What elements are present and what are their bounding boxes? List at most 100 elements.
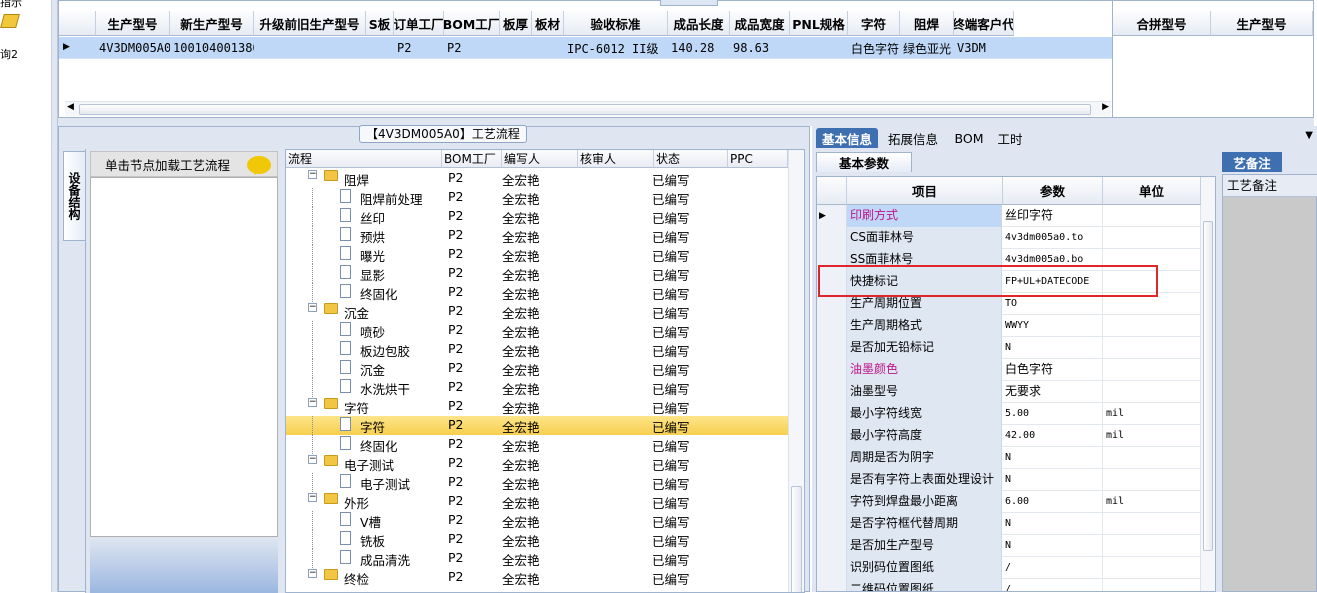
- speech-bubble-icon[interactable]: [247, 156, 271, 175]
- grid-header-13[interactable]: 阻焊: [900, 11, 954, 36]
- param-row[interactable]: 生产周期格式 WWYY: [817, 315, 1201, 337]
- tree-row[interactable]: V槽 P2 全宏艳 已编写: [286, 511, 788, 530]
- tree-row[interactable]: 阻焊前处理 P2 全宏艳 已编写: [286, 188, 788, 207]
- info-tab-1[interactable]: 拓展信息: [884, 128, 942, 148]
- grid-cell-0[interactable]: 4V3DM005A0: [96, 37, 170, 59]
- tree-col-0[interactable]: 流程: [286, 150, 442, 168]
- grid-header-6[interactable]: 板厚: [500, 11, 532, 36]
- param-row[interactable]: 周期是否为阴字 N: [817, 447, 1201, 469]
- node-list[interactable]: [90, 177, 278, 537]
- param-value[interactable]: 丝印字符: [1003, 205, 1103, 227]
- grid-cell-6[interactable]: [500, 37, 532, 59]
- grid-cell-3[interactable]: [366, 37, 394, 59]
- param-row[interactable]: CS面菲林号 4v3dm005a0.to: [817, 227, 1201, 249]
- grid-header-3[interactable]: S板: [366, 11, 394, 36]
- param-value[interactable]: 5.00: [1003, 403, 1103, 425]
- param-value[interactable]: N: [1003, 469, 1103, 491]
- scroll-right-icon[interactable]: ▶: [1102, 102, 1109, 112]
- param-value[interactable]: N: [1003, 513, 1103, 535]
- tree-row[interactable]: − 终检 P2 全宏艳 已编写: [286, 568, 788, 587]
- info-tab-3[interactable]: 工时: [992, 128, 1028, 148]
- param-value[interactable]: /: [1003, 557, 1103, 579]
- param-row[interactable]: 是否加生产型号 N: [817, 535, 1201, 557]
- param-row[interactable]: 是否字符框代替周期 N: [817, 513, 1201, 535]
- grid-cell-12[interactable]: 白色字符: [848, 37, 900, 59]
- side-tab-equipment[interactable]: 设备结构: [63, 151, 85, 241]
- param-value[interactable]: N: [1003, 337, 1103, 359]
- param-row[interactable]: 最小字符高度 42.00 mil: [817, 425, 1201, 447]
- grid-header-11[interactable]: PNL规格: [790, 11, 848, 36]
- info-tab-2[interactable]: BOM: [952, 128, 986, 148]
- param-value[interactable]: 42.00: [1003, 425, 1103, 447]
- grid-cell-4[interactable]: P2: [394, 37, 444, 59]
- tree-row[interactable]: 水洗烘干 P2 全宏艳 已编写: [286, 378, 788, 397]
- param-value[interactable]: N: [1003, 447, 1103, 469]
- pencil-folder-icon[interactable]: [0, 14, 20, 28]
- param-row[interactable]: 最小字符线宽 5.00 mil: [817, 403, 1201, 425]
- grid-header-4[interactable]: 订单工厂: [394, 11, 444, 36]
- param-row[interactable]: 油墨型号 无要求: [817, 381, 1201, 403]
- info-tab-0[interactable]: 基本信息: [816, 128, 878, 148]
- collapse-icon[interactable]: −: [308, 170, 317, 179]
- grid-cell-2[interactable]: [254, 37, 366, 59]
- dropdown-arrow-icon[interactable]: ▼: [1305, 130, 1313, 141]
- tree-row[interactable]: 预烘 P2 全宏艳 已编写: [286, 226, 788, 245]
- tab-process-note[interactable]: 艺备注: [1222, 152, 1282, 172]
- tree-col-5[interactable]: PPC: [728, 150, 788, 168]
- tab-basic-params[interactable]: 基本参数: [816, 152, 912, 172]
- nav-text-top[interactable]: 指示: [0, 0, 22, 10]
- nav-text-bottom[interactable]: 询2: [0, 46, 18, 62]
- param-row[interactable]: ▶ 印刷方式 丝印字符: [817, 205, 1201, 227]
- hscroll-thumb[interactable]: [79, 104, 1091, 115]
- param-value[interactable]: 4v3dm005a0.to: [1003, 227, 1103, 249]
- tree-row[interactable]: − 字符 P2 全宏艳 已编写: [286, 397, 788, 416]
- param-value[interactable]: 无要求: [1003, 381, 1103, 403]
- param-col-1[interactable]: 参数: [1003, 177, 1103, 205]
- grid-header-7[interactable]: 板材: [532, 11, 564, 36]
- tree-row[interactable]: 板边包胶 P2 全宏艳 已编写: [286, 340, 788, 359]
- collapse-icon[interactable]: −: [308, 398, 317, 407]
- param-value[interactable]: WWYY: [1003, 315, 1103, 337]
- tree-row[interactable]: − 沉金 P2 全宏艳 已编写: [286, 302, 788, 321]
- tree-col-4[interactable]: 状态: [654, 150, 728, 168]
- merge-header-0[interactable]: 合拼型号: [1113, 11, 1211, 36]
- collapse-icon[interactable]: −: [308, 303, 317, 312]
- param-value[interactable]: /: [1003, 579, 1103, 591]
- tree-col-2[interactable]: 编写人: [502, 150, 578, 168]
- grid-header-0[interactable]: 生产型号: [96, 11, 170, 36]
- param-row[interactable]: 是否加无铅标记 N: [817, 337, 1201, 359]
- note-body[interactable]: 工艺备注: [1222, 174, 1317, 592]
- tree-row[interactable]: 显影 P2 全宏艳 已编写: [286, 264, 788, 283]
- param-col-2[interactable]: 单位: [1103, 177, 1201, 205]
- param-row[interactable]: 识别码位置图纸 /: [817, 557, 1201, 579]
- param-row[interactable]: 二维码位置图纸 /: [817, 579, 1201, 591]
- tree-row[interactable]: 终固化 P2 全宏艳 已编写: [286, 435, 788, 454]
- grid-cell-7[interactable]: [532, 37, 564, 59]
- horizontal-splitter[interactable]: [58, 118, 1314, 126]
- tree-row[interactable]: − 外形 P2 全宏艳 已编写: [286, 492, 788, 511]
- grid-cell-13[interactable]: 绿色亚光: [900, 37, 954, 59]
- grid-header-5[interactable]: BOM工厂: [444, 11, 500, 36]
- param-row[interactable]: 是否有字符上表面处理设计 N: [817, 469, 1201, 491]
- param-col-0[interactable]: 项目: [847, 177, 1003, 205]
- param-row[interactable]: 油墨颜色 白色字符: [817, 359, 1201, 381]
- tree-row[interactable]: − 阻焊 P2 全宏艳 已编写: [286, 169, 788, 188]
- param-value[interactable]: 白色字符: [1003, 359, 1103, 381]
- tree-row[interactable]: 成品清洗 P2 全宏艳 已编写: [286, 549, 788, 568]
- collapse-icon[interactable]: −: [308, 493, 317, 502]
- tree-row[interactable]: − 电子测试 P2 全宏艳 已编写: [286, 454, 788, 473]
- param-scrollbar[interactable]: [1200, 177, 1215, 591]
- tree-row[interactable]: 喷砂 P2 全宏艳 已编写: [286, 321, 788, 340]
- grid-cell-9[interactable]: 140.28: [668, 37, 730, 59]
- param-value[interactable]: 6.00: [1003, 491, 1103, 513]
- grid-cell-1[interactable]: 10010400138091: [170, 37, 254, 59]
- grid-header-14[interactable]: 终端客户代: [954, 11, 1014, 36]
- tree-scrollbar[interactable]: [788, 150, 804, 592]
- grid-cell-10[interactable]: 98.63: [730, 37, 790, 59]
- grid-cell-8[interactable]: IPC-6012 II级: [564, 37, 668, 59]
- grid-header-9[interactable]: 成品长度: [668, 11, 730, 36]
- tree-col-1[interactable]: BOM工厂: [442, 150, 502, 168]
- tree-row[interactable]: 铣板 P2 全宏艳 已编写: [286, 530, 788, 549]
- tree-scroll-thumb[interactable]: [791, 486, 802, 592]
- grid-header-10[interactable]: 成品宽度: [730, 11, 790, 36]
